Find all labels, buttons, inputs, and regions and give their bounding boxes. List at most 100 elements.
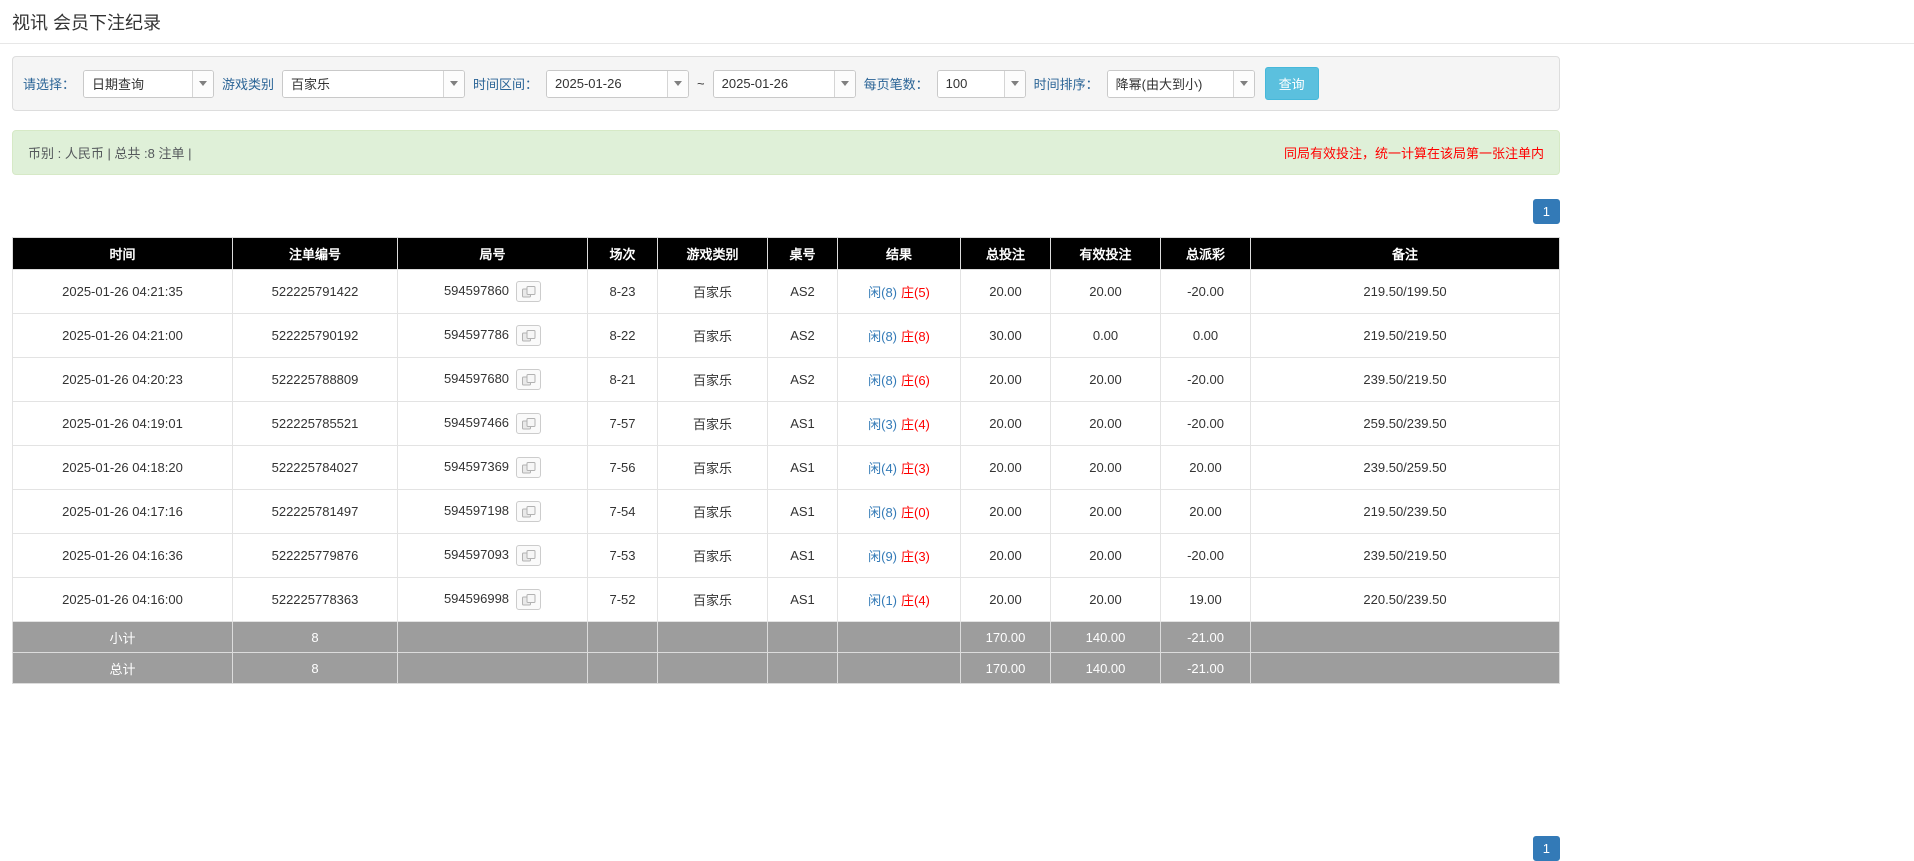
round-detail-button[interactable]: [516, 369, 541, 390]
cell-payout: 20.00: [1161, 446, 1251, 490]
round-number: 594596998: [444, 591, 509, 606]
result-banker: 庄(4): [901, 417, 930, 432]
cell-round: 594597860: [398, 270, 588, 314]
cell-result: 闲(8)庄(6): [838, 358, 961, 402]
summary-currency-count: 币别 : 人民币 | 总共 :8 注单 |: [28, 143, 192, 162]
cell-total-bet[interactable]: 20.00: [961, 534, 1051, 578]
date-mode-caret-button[interactable]: [192, 71, 213, 97]
summary-row: 小计8170.00140.00-21.00: [13, 622, 1560, 653]
round-detail-button[interactable]: [516, 413, 541, 434]
cell-time: 2025-01-26 04:20:23: [13, 358, 233, 402]
caret-down-icon: [1011, 81, 1019, 86]
summary-empty-result: [838, 653, 961, 684]
date-to-caret-button[interactable]: [834, 71, 855, 97]
cell-table-no: AS2: [768, 270, 838, 314]
cell-bet-id: 522225785521: [233, 402, 398, 446]
summary-total-bet: 170.00: [961, 622, 1051, 653]
cell-time: 2025-01-26 04:16:36: [13, 534, 233, 578]
cell-round: 594597093: [398, 534, 588, 578]
round-detail-button[interactable]: [516, 589, 541, 610]
sort-order-input[interactable]: [1108, 71, 1233, 97]
cell-game-type: 百家乐: [658, 402, 768, 446]
round-number: 594597093: [444, 547, 509, 562]
cell-total-bet[interactable]: 20.00: [961, 270, 1051, 314]
page-size-input[interactable]: [938, 71, 1004, 97]
date-mode-input[interactable]: [84, 71, 192, 97]
summary-empty-game: [658, 653, 768, 684]
pagination-page-1-button-bottom[interactable]: 1: [1533, 836, 1560, 861]
cell-total-bet[interactable]: 20.00: [961, 490, 1051, 534]
column-header: 总派彩: [1161, 238, 1251, 270]
cell-total-bet[interactable]: 20.00: [961, 358, 1051, 402]
round-detail-button[interactable]: [516, 501, 541, 522]
cell-table-no: AS2: [768, 314, 838, 358]
summary-bar: 币别 : 人民币 | 总共 :8 注单 | 同局有效投注，统一计算在该局第一张注…: [12, 130, 1560, 175]
column-header: 有效投注: [1051, 238, 1161, 270]
cell-total-bet[interactable]: 20.00: [961, 446, 1051, 490]
cell-table-no: AS1: [768, 402, 838, 446]
round-detail-button[interactable]: [516, 457, 541, 478]
search-button[interactable]: 查询: [1265, 67, 1319, 100]
cell-valid-bet: 20.00: [1051, 446, 1161, 490]
result-banker: 庄(8): [901, 329, 930, 344]
result-player: 闲(3): [868, 417, 897, 432]
date-from-caret-button[interactable]: [667, 71, 688, 97]
cell-time: 2025-01-26 04:21:00: [13, 314, 233, 358]
cell-game-type: 百家乐: [658, 534, 768, 578]
table-row: 2025-01-26 04:20:23522225788809594597680…: [13, 358, 1560, 402]
cell-total-bet[interactable]: 20.00: [961, 402, 1051, 446]
cell-table-no: AS1: [768, 534, 838, 578]
round-number: 594597860: [444, 283, 509, 298]
cards-icon: [522, 330, 536, 342]
cell-payout: -20.00: [1161, 270, 1251, 314]
date-to-input[interactable]: [714, 71, 834, 97]
result-banker: 庄(5): [901, 285, 930, 300]
caret-down-icon: [1240, 81, 1248, 86]
round-detail-button[interactable]: [516, 281, 541, 302]
cards-icon: [522, 418, 536, 430]
content: 请选择： 游戏类别 时间区间： ~ 每页笔数：: [12, 56, 1560, 861]
summary-valid-bet: 140.00: [1051, 622, 1161, 653]
game-type-input[interactable]: [283, 71, 443, 97]
page-size-caret-button[interactable]: [1004, 71, 1025, 97]
date-range-label: 时间区间：: [473, 74, 538, 93]
result-banker: 庄(3): [901, 461, 930, 476]
date-from-combo: [546, 70, 689, 98]
cell-total-bet[interactable]: 20.00: [961, 578, 1051, 622]
game-type-caret-button[interactable]: [443, 71, 464, 97]
summary-empty-result: [838, 622, 961, 653]
bet-records-table: 时间注单编号局号场次游戏类别桌号结果总投注有效投注总派彩备注 2025-01-2…: [12, 237, 1560, 684]
summary-notice: 同局有效投注，统一计算在该局第一张注单内: [1284, 143, 1544, 162]
cell-bet-id: 522225778363: [233, 578, 398, 622]
round-detail-button[interactable]: [516, 325, 541, 346]
date-from-input[interactable]: [547, 71, 667, 97]
cell-result: 闲(8)庄(5): [838, 270, 961, 314]
cell-session: 8-23: [588, 270, 658, 314]
summary-total-bet: 170.00: [961, 653, 1051, 684]
sort-order-caret-button[interactable]: [1233, 71, 1254, 97]
cell-total-bet[interactable]: 30.00: [961, 314, 1051, 358]
game-type-combo: [282, 70, 465, 98]
page-title: 视讯 会员下注纪录: [12, 9, 1902, 35]
round-detail-button[interactable]: [516, 545, 541, 566]
caret-down-icon: [450, 81, 458, 86]
cell-bet-id: 522225788809: [233, 358, 398, 402]
summary-empty-table: [768, 653, 838, 684]
result-banker: 庄(0): [901, 505, 930, 520]
table-row: 2025-01-26 04:21:00522225790192594597786…: [13, 314, 1560, 358]
cell-round: 594597680: [398, 358, 588, 402]
bottom-pagination: 1: [12, 836, 1560, 861]
cell-result: 闲(3) 庄(4): [838, 402, 961, 446]
result-player: 闲(9): [868, 549, 897, 564]
caret-down-icon: [199, 81, 207, 86]
result-player: 闲(1): [868, 593, 897, 608]
page-size-label: 每页笔数：: [864, 74, 929, 93]
table-row: 2025-01-26 04:18:20522225784027594597369…: [13, 446, 1560, 490]
summary-count: 8: [233, 622, 398, 653]
summary-empty-session: [588, 653, 658, 684]
pagination-page-1-button[interactable]: 1: [1533, 199, 1560, 224]
cell-result: 闲(4) 庄(3): [838, 446, 961, 490]
cards-icon: [522, 286, 536, 298]
column-header: 局号: [398, 238, 588, 270]
result-player: 闲(4): [868, 461, 897, 476]
